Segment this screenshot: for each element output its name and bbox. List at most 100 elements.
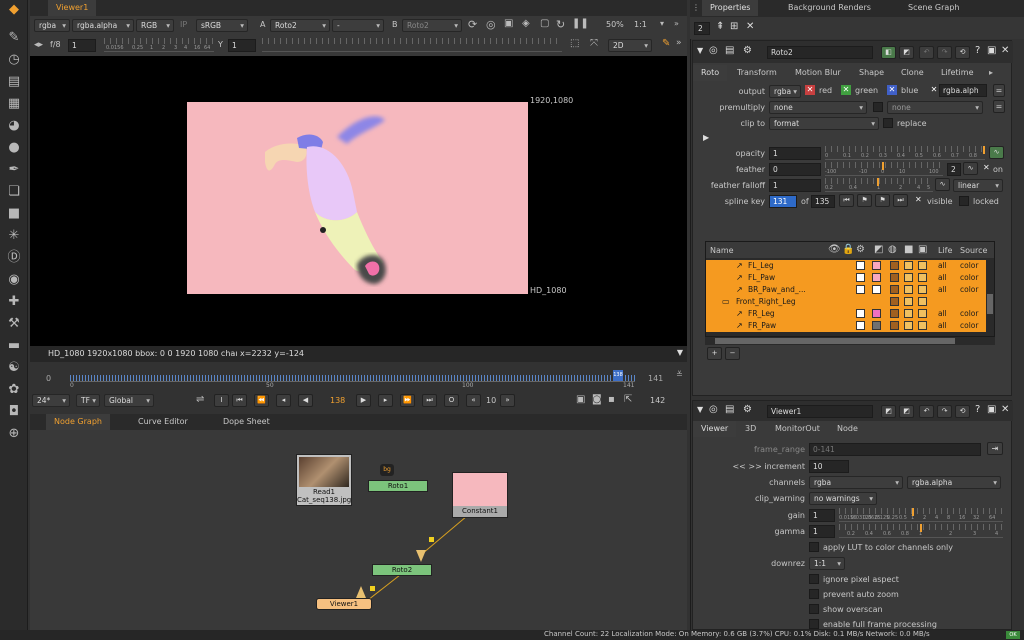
- layer-blend[interactable]: [904, 297, 913, 306]
- shape-motion[interactable]: [918, 273, 927, 282]
- shape-color-swatch[interactable]: [872, 321, 881, 330]
- update-icon[interactable]: ↻: [556, 18, 565, 31]
- feather-slider[interactable]: -100 -10 0 10 100: [825, 162, 943, 176]
- tab-roto[interactable]: Roto: [693, 65, 728, 81]
- ip-toggle[interactable]: IP: [180, 20, 187, 29]
- tab-shape[interactable]: Shape: [851, 65, 892, 81]
- range-scope-dropdown[interactable]: Global: [104, 394, 154, 407]
- frame-range-lock-button[interactable]: ⇥: [987, 442, 1003, 455]
- feather-num-input[interactable]: 2: [947, 163, 961, 176]
- feather-curve-icon[interactable]: ∿: [963, 162, 978, 175]
- next-key-icon[interactable]: ⏭: [893, 194, 908, 207]
- capture-icon[interactable]: ◙: [592, 394, 602, 405]
- compare-dropdown[interactable]: -: [332, 19, 384, 32]
- playhead[interactable]: 138: [613, 370, 623, 381]
- tab-node[interactable]: Node: [829, 421, 866, 437]
- shape-row[interactable]: ↗ FL_Paw all color: [706, 272, 994, 284]
- circle-icon[interactable]: ●: [6, 140, 22, 156]
- stack-icon[interactable]: ▬: [6, 338, 22, 354]
- tab-properties[interactable]: Properties: [702, 0, 759, 16]
- gamma-input[interactable]: 1: [228, 39, 256, 52]
- gain-input[interactable]: 1: [809, 509, 835, 522]
- shape-row[interactable]: ↗ FR_Leg all color: [706, 308, 994, 320]
- gamma-input[interactable]: 1: [809, 525, 835, 538]
- close-icon[interactable]: ✕: [1001, 404, 1009, 415]
- layers-icon[interactable]: ❏: [6, 184, 22, 200]
- premultiply2-dropdown[interactable]: none: [887, 101, 983, 114]
- node-name-input[interactable]: Roto2: [767, 46, 873, 59]
- tf-dropdown[interactable]: TF: [76, 394, 100, 407]
- collapse-icon[interactable]: ▼: [697, 46, 703, 55]
- falloff-input[interactable]: 1: [769, 179, 821, 192]
- shape-color-swatch[interactable]: [872, 309, 881, 318]
- shape-blend[interactable]: [904, 273, 913, 282]
- tab-transform[interactable]: Transform: [729, 65, 785, 81]
- collapse-icon[interactable]: ▼: [697, 405, 703, 414]
- show-overscan-checkbox[interactable]: [809, 604, 819, 614]
- float-panel-icon[interactable]: ▣: [987, 45, 996, 56]
- tab-viewer[interactable]: Viewer: [693, 421, 737, 437]
- step-back-icon[interactable]: «: [466, 394, 481, 407]
- gain-slider[interactable]: 0.0156 0.03125 0.0625 0.125 0.25 0.5 1 2…: [839, 508, 1003, 522]
- a-input-dropdown[interactable]: Roto2: [270, 19, 330, 32]
- last-frame-icon[interactable]: ⏭: [422, 394, 437, 407]
- prev-key-icon[interactable]: ⏮: [839, 194, 854, 207]
- apply-lut-checkbox[interactable]: [809, 542, 819, 552]
- shape-toggle[interactable]: [856, 273, 865, 282]
- channels-dropdown[interactable]: rgba: [34, 19, 70, 32]
- shape-blend[interactable]: [904, 285, 913, 294]
- shape-toggle[interactable]: [856, 309, 865, 318]
- opacity-handle[interactable]: [983, 146, 985, 154]
- roto1-node[interactable]: Roto1: [368, 480, 428, 492]
- left-arrow-icon[interactable]: ◂▸: [34, 40, 43, 50]
- opacity-input[interactable]: 1: [769, 147, 821, 160]
- falloff-slider[interactable]: 0.2 0.4 1 2 4 5: [825, 178, 933, 192]
- settings-icon[interactable]: ⚙: [743, 45, 752, 56]
- prev-frame-icon[interactable]: ◂: [276, 394, 291, 407]
- layer-row[interactable]: ▭ Front_Right_Leg: [706, 296, 994, 308]
- pause-icon[interactable]: ❚❚: [572, 18, 589, 29]
- spline-key-input[interactable]: 131: [769, 195, 797, 208]
- step-forward-icon[interactable]: »: [500, 394, 515, 407]
- zoom-level[interactable]: 50%: [606, 20, 624, 29]
- shape-blend[interactable]: [904, 321, 913, 330]
- node-name-input[interactable]: Viewer1: [767, 405, 873, 418]
- colorspace-dropdown[interactable]: RGB: [136, 19, 174, 32]
- render-icon[interactable]: ▪: [608, 394, 615, 405]
- toggle-b-icon[interactable]: ◩: [899, 405, 914, 418]
- shape-color-swatch[interactable]: [872, 273, 881, 282]
- roi-select-icon[interactable]: ⬚: [570, 38, 579, 49]
- cube-icon[interactable]: ■: [6, 206, 22, 222]
- exposure-slider[interactable]: 0.0156 0.25 1 2 3 4 16 64: [104, 38, 214, 52]
- tab-clone[interactable]: Clone: [893, 65, 932, 81]
- play-forward-icon[interactable]: ▶: [356, 394, 371, 407]
- tab-lifetime[interactable]: Lifetime: [933, 65, 982, 81]
- roi-icon[interactable]: ▣: [504, 18, 513, 29]
- shape-overlay[interactable]: [890, 261, 899, 270]
- shape-motion[interactable]: [918, 321, 927, 330]
- float-icon[interactable]: ⊞: [730, 21, 738, 32]
- increment-input[interactable]: 10: [809, 460, 849, 473]
- play-backward-icon[interactable]: ◀: [298, 394, 313, 407]
- falloff-handle[interactable]: [877, 178, 879, 186]
- globe-icon[interactable]: ⊕: [6, 426, 22, 442]
- shape-motion[interactable]: [918, 309, 927, 318]
- tab-3d[interactable]: 3D: [737, 421, 764, 437]
- pencil-icon[interactable]: ✎: [662, 38, 670, 49]
- lut-dropdown[interactable]: sRGB: [196, 19, 248, 32]
- transform-handle-icon[interactable]: ⤧: [590, 38, 598, 49]
- shape-row[interactable]: ↗ BR_Paw_and_... all color: [706, 284, 994, 296]
- output-dropdown[interactable]: rgba: [769, 85, 801, 98]
- end-frame[interactable]: 142: [650, 396, 665, 405]
- in-point-icon[interactable]: I: [214, 394, 229, 407]
- alpha-check-icon[interactable]: ✕: [929, 85, 939, 95]
- green-check-icon[interactable]: ✕: [841, 85, 851, 95]
- menu-chevron-icon[interactable]: »: [674, 19, 679, 28]
- output-link-button[interactable]: =: [993, 84, 1005, 97]
- revert-icon[interactable]: ⟲: [955, 405, 970, 418]
- tab-monitorout[interactable]: MonitorOut: [767, 421, 828, 437]
- shape-blend[interactable]: [904, 309, 913, 318]
- tab-scene-graph[interactable]: Scene Graph: [900, 0, 967, 16]
- clock-icon[interactable]: ◷: [6, 52, 22, 68]
- shape-toggle[interactable]: [856, 285, 865, 294]
